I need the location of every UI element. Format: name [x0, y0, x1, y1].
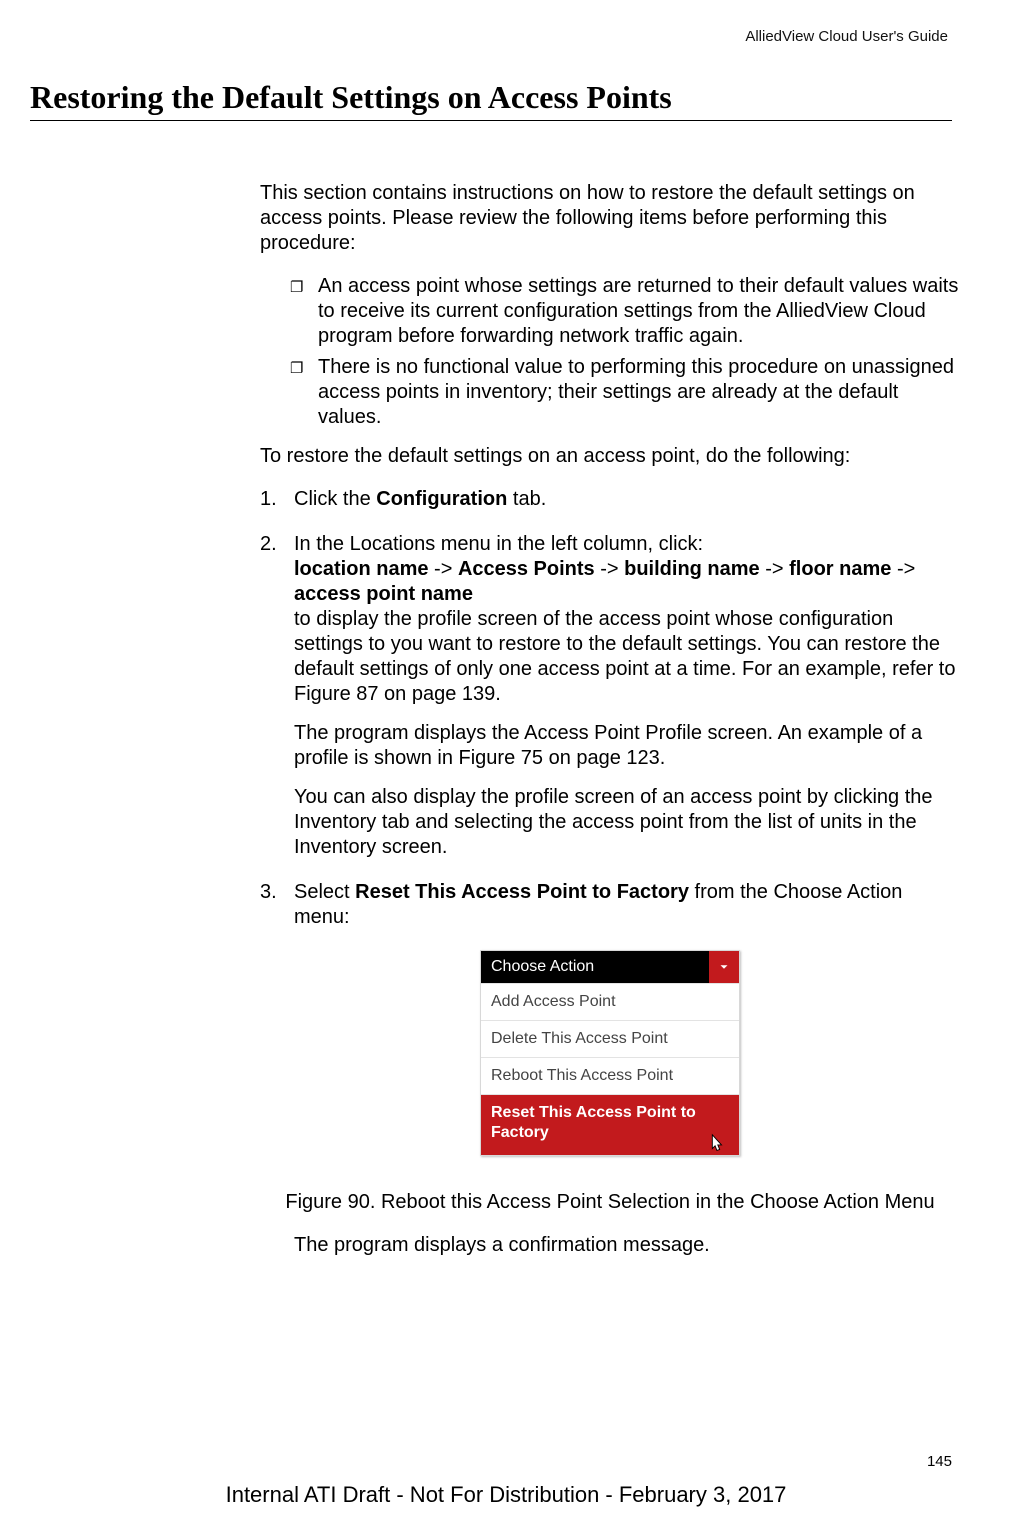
menu-item-reboot-this-access-point[interactable]: Reboot This Access Point [481, 1057, 739, 1094]
square-bullet-icon: ❐ [290, 274, 318, 300]
title-divider [30, 120, 952, 121]
figure-caption: Figure 90. Reboot this Access Point Sele… [260, 1190, 960, 1215]
step-2-post: to display the profile screen of the acc… [294, 608, 955, 705]
bullet-text: An access point whose settings are retur… [318, 274, 960, 349]
step-1: 1. Click the Configuration tab. [260, 487, 960, 512]
step-1-text-post: tab. [507, 488, 546, 510]
choose-action-header[interactable]: Choose Action [481, 951, 739, 983]
step-2-line1: In the Locations menu in the left column… [294, 533, 703, 555]
step-3-text-pre: Select [294, 881, 355, 903]
pointer-cursor-icon [705, 1133, 727, 1157]
step-number: 2. [260, 532, 294, 557]
step-1-text-pre: Click the [294, 488, 376, 510]
breadcrumb-arrow: -> [760, 558, 789, 580]
page-number: 145 [927, 1453, 952, 1470]
after-figure-text: The program displays a confirmation mess… [294, 1233, 960, 1258]
document-header: AlliedView Cloud User's Guide [30, 28, 952, 45]
breadcrumb-access-points: Access Points [458, 558, 595, 580]
intro-paragraph: This section contains instructions on ho… [260, 181, 960, 256]
menu-item-reset-label: Reset This Access Point to Factory [491, 1104, 696, 1141]
step-1-text-bold: Configuration [376, 488, 507, 510]
bullet-item: ❐ An access point whose settings are ret… [260, 274, 960, 349]
breadcrumb-arrow: -> [595, 558, 624, 580]
step-2-p2: The program displays the Access Point Pr… [294, 721, 960, 771]
chevron-down-icon[interactable] [709, 951, 739, 983]
step-3-text-bold: Reset This Access Point to Factory [355, 881, 689, 903]
breadcrumb-building: building name [624, 558, 760, 580]
step-2: 2. In the Locations menu in the left col… [260, 532, 960, 860]
step-number: 1. [260, 487, 294, 512]
breadcrumb-location: location name [294, 558, 428, 580]
bullet-item: ❐ There is no functional value to perfor… [260, 355, 960, 430]
footer-draft-notice: Internal ATI Draft - Not For Distributio… [0, 1482, 1012, 1508]
menu-item-delete-this-access-point[interactable]: Delete This Access Point [481, 1020, 739, 1057]
menu-item-reset-to-factory[interactable]: Reset This Access Point to Factory [481, 1094, 739, 1155]
bullet-text: There is no functional value to performi… [318, 355, 960, 430]
square-bullet-icon: ❐ [290, 355, 318, 381]
choose-action-menu[interactable]: Choose Action Add Access Point Delete Th… [480, 950, 740, 1156]
breadcrumb-arrow: -> [428, 558, 457, 580]
page-title: Restoring the Default Settings on Access… [30, 79, 952, 116]
menu-item-add-access-point[interactable]: Add Access Point [481, 983, 739, 1020]
step-number: 3. [260, 880, 294, 905]
step-3: 3. Select Reset This Access Point to Fac… [260, 880, 960, 930]
breadcrumb-ap-name: access point name [294, 583, 473, 605]
step-2-p3: You can also display the profile screen … [294, 785, 960, 860]
breadcrumb-arrow: -> [891, 558, 915, 580]
lead-paragraph: To restore the default settings on an ac… [260, 444, 960, 469]
choose-action-header-label: Choose Action [481, 951, 604, 983]
breadcrumb-floor: floor name [789, 558, 891, 580]
